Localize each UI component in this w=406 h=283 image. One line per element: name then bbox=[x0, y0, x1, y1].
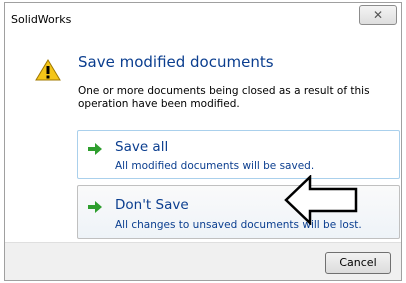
dialog-message: One or more documents being closed as a … bbox=[78, 85, 370, 110]
save-all-description: All modified documents will be saved. bbox=[115, 160, 315, 172]
close-button[interactable]: ✕ bbox=[359, 5, 397, 25]
close-icon: ✕ bbox=[372, 8, 384, 22]
pointer-arrow-icon bbox=[284, 175, 358, 225]
green-arrow-icon bbox=[88, 201, 102, 213]
dialog-heading: Save modified documents bbox=[78, 53, 274, 71]
window-title: SolidWorks bbox=[11, 13, 72, 26]
warning-icon bbox=[35, 59, 61, 81]
dont-save-title: Don't Save bbox=[115, 197, 189, 213]
dialog-window: SolidWorks ✕ Save modified documents One… bbox=[4, 2, 402, 281]
save-all-button[interactable]: Save all All modified documents will be … bbox=[77, 130, 400, 179]
cancel-button[interactable]: Cancel bbox=[325, 252, 391, 274]
title-bar: SolidWorks ✕ bbox=[5, 3, 401, 37]
dialog-footer: Cancel bbox=[5, 242, 401, 280]
save-all-title: Save all bbox=[115, 139, 169, 155]
green-arrow-icon bbox=[88, 143, 102, 155]
